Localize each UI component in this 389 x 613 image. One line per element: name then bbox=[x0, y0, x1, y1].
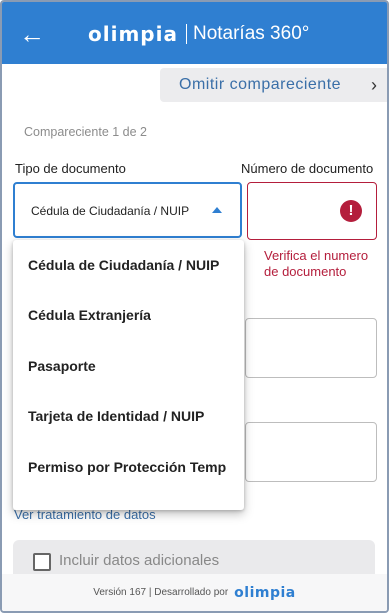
app-header: ← olimpia Notarías 360° bbox=[2, 2, 387, 64]
brand: olimpia Notarías 360° bbox=[88, 20, 309, 48]
app-frame: ← olimpia Notarías 360° Omitir compareci… bbox=[0, 0, 389, 613]
footer: Versión 167 | Desarrollado por olimpia bbox=[2, 574, 387, 611]
olimpia-logo: olimpia bbox=[88, 22, 178, 46]
doc-type-dropdown: Cédula de Ciudadanía / NUIP Cédula Extra… bbox=[13, 240, 244, 510]
dropdown-option[interactable]: Pasaporte bbox=[13, 341, 244, 391]
dropdown-option[interactable]: Tarjeta de Identidad / NUIP bbox=[13, 391, 244, 441]
text-field-2[interactable] bbox=[245, 422, 377, 482]
text-field-1[interactable] bbox=[245, 318, 377, 378]
chevron-right-icon: › bbox=[371, 75, 377, 95]
skip-button-label: Omitir compareciente bbox=[179, 76, 342, 93]
brand-separator bbox=[185, 24, 187, 44]
app-title: Notarías 360° bbox=[192, 23, 310, 44]
additional-data-label: Incluir datos adicionales bbox=[59, 552, 220, 569]
error-icon: ! bbox=[340, 200, 362, 222]
doc-number-label: Número de documento bbox=[241, 161, 374, 176]
doc-type-selected-value: Cédula de Ciudadanía / NUIP bbox=[31, 204, 190, 218]
caret-up-icon bbox=[212, 207, 222, 213]
dropdown-option[interactable]: Cédula de Ciudadanía / NUIP bbox=[13, 240, 244, 290]
dropdown-option[interactable]: Permiso por Protección Temp bbox=[13, 442, 244, 492]
main-content: Omitir compareciente › Compareciente 1 d… bbox=[2, 64, 387, 580]
additional-data-checkbox[interactable] bbox=[33, 553, 51, 571]
doc-type-select[interactable]: Cédula de Ciudadanía / NUIP bbox=[13, 182, 242, 238]
footer-olimpia-logo: olimpia bbox=[234, 584, 296, 601]
doc-number-error: Verifica el numero de documento bbox=[264, 248, 369, 279]
doc-number-input[interactable]: ! bbox=[247, 182, 377, 240]
back-arrow-icon[interactable]: ← bbox=[18, 20, 46, 48]
doc-type-label: Tipo de documento bbox=[15, 161, 126, 176]
skip-appearing-party-button[interactable]: Omitir compareciente › bbox=[160, 68, 387, 102]
version-text: Versión 167 | Desarrollado por bbox=[93, 587, 229, 598]
dropdown-option[interactable]: Cédula Extranjería bbox=[13, 290, 244, 340]
step-indicator: Compareciente 1 de 2 bbox=[24, 125, 147, 139]
